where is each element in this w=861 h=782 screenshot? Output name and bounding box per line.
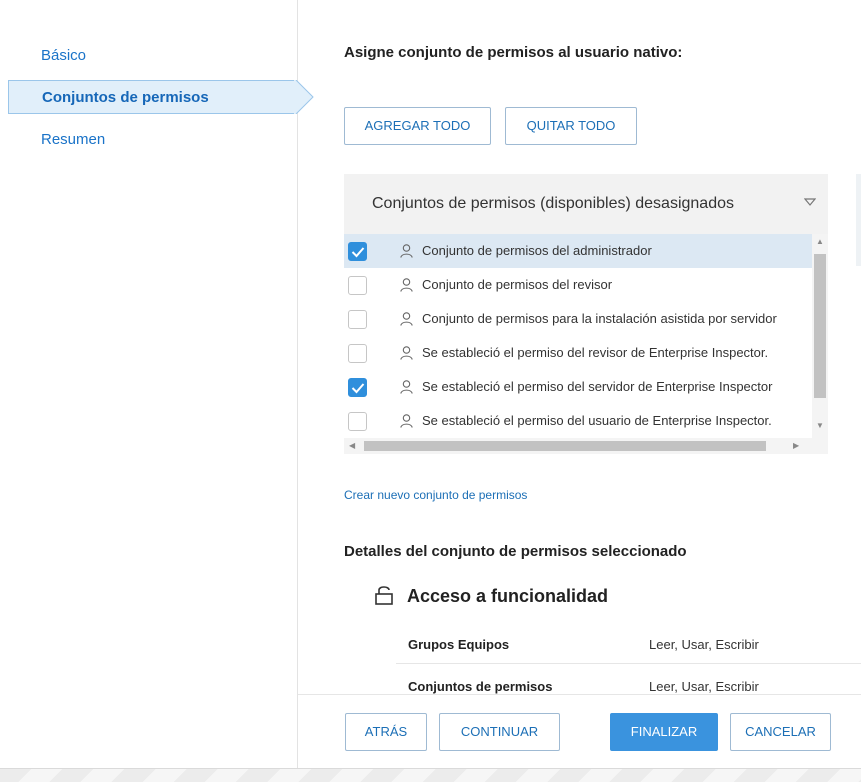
checkmark-icon (351, 247, 365, 258)
sidebar-item-basico[interactable]: Básico (8, 39, 296, 73)
list-header-label: Conjuntos de permisos (disponibles) desa… (372, 195, 734, 212)
user-icon (400, 312, 413, 326)
list-item[interactable]: Se estableció el permiso del revisor de … (344, 336, 812, 370)
user-icon (400, 244, 413, 258)
user-icon (400, 346, 413, 360)
page-title: Asigne conjunto de permisos al usuario n… (344, 44, 683, 61)
vertical-scroll-thumb[interactable] (814, 254, 826, 398)
list-item[interactable]: Se estableció el permiso del usuario de … (344, 404, 812, 438)
list-item[interactable]: Conjunto de permisos para la instalación… (344, 302, 812, 336)
main-panel: Asigne conjunto de permisos al usuario n… (299, 0, 861, 694)
continue-button[interactable]: CONTINUAR (439, 713, 560, 751)
user-icon (400, 278, 413, 292)
access-section-title: Acceso a funcionalidad (407, 586, 609, 606)
create-permission-set-link[interactable]: Crear nuevo conjunto de permisos (344, 488, 527, 502)
permission-row: Conjuntos de permisos Leer, Usar, Escrib… (396, 666, 861, 694)
unlock-icon (375, 586, 393, 605)
row-checkbox[interactable] (348, 242, 367, 261)
row-label: Se estableció el permiso del revisor de … (422, 345, 769, 360)
wizard-footer: ATRÁS CONTINUAR FINALIZAR CANCELAR (298, 694, 861, 768)
permission-value: Leer, Usar, Escribir (649, 637, 759, 652)
scroll-left-icon[interactable]: ◀ (349, 442, 355, 450)
list-item[interactable]: Conjunto de permisos del revisor (344, 268, 812, 302)
vertical-scrollbar[interactable]: ▲ ▼ (812, 234, 828, 438)
scroll-up-icon[interactable]: ▲ (816, 238, 824, 246)
background-band (0, 768, 861, 782)
permission-value: Leer, Usar, Escribir (649, 679, 759, 694)
row-checkbox[interactable] (348, 310, 367, 329)
scroll-down-icon[interactable]: ▼ (816, 422, 824, 430)
cancel-button[interactable]: CANCELAR (730, 713, 831, 751)
sidebar-item-conjuntos-de-permisos[interactable]: Conjuntos de permisos (8, 80, 296, 114)
available-list-header[interactable]: Conjuntos de permisos (disponibles) desa… (344, 174, 828, 234)
add-all-button[interactable]: AGREGAR TODO (344, 107, 491, 145)
sidebar-item-resumen[interactable]: Resumen (8, 123, 296, 157)
remove-all-button[interactable]: QUITAR TODO (505, 107, 637, 145)
row-checkbox[interactable] (348, 276, 367, 295)
row-checkbox[interactable] (348, 344, 367, 363)
row-label: Se estableció el permiso del usuario de … (422, 413, 772, 428)
row-label: Conjunto de permisos del administrador (422, 243, 652, 258)
list-item[interactable]: Se estableció el permiso del servidor de… (344, 370, 812, 404)
wizard-sidebar: Básico Conjuntos de permisos Resumen (0, 0, 298, 768)
scroll-right-icon[interactable]: ▶ (793, 442, 799, 450)
chevron-down-icon[interactable] (804, 197, 816, 207)
details-title: Detalles del conjunto de permisos selecc… (344, 543, 687, 560)
permission-row: Grupos Equipos Leer, Usar, Escribir (396, 624, 861, 664)
list-item[interactable]: Conjunto de permisos del administrador (344, 234, 812, 268)
assigned-list-edge (856, 174, 861, 266)
user-icon (400, 380, 413, 394)
finish-button[interactable]: FINALIZAR (610, 713, 718, 751)
permission-set-list: Conjunto de permisos del administrador C… (344, 234, 828, 460)
row-label: Conjunto de permisos para la instalación… (422, 311, 777, 326)
row-label: Se estableció el permiso del servidor de… (422, 379, 773, 394)
checkmark-icon (351, 383, 365, 394)
permission-name: Grupos Equipos (408, 637, 510, 652)
row-checkbox[interactable] (348, 412, 367, 431)
user-icon (400, 414, 413, 428)
row-checkbox[interactable] (348, 378, 367, 397)
row-label: Conjunto de permisos del revisor (422, 277, 613, 292)
horizontal-scrollbar[interactable]: ◀ ▶ (344, 438, 828, 454)
back-button[interactable]: ATRÁS (345, 713, 427, 751)
horizontal-scroll-thumb[interactable] (364, 441, 766, 451)
permission-name: Conjuntos de permisos (408, 679, 553, 694)
